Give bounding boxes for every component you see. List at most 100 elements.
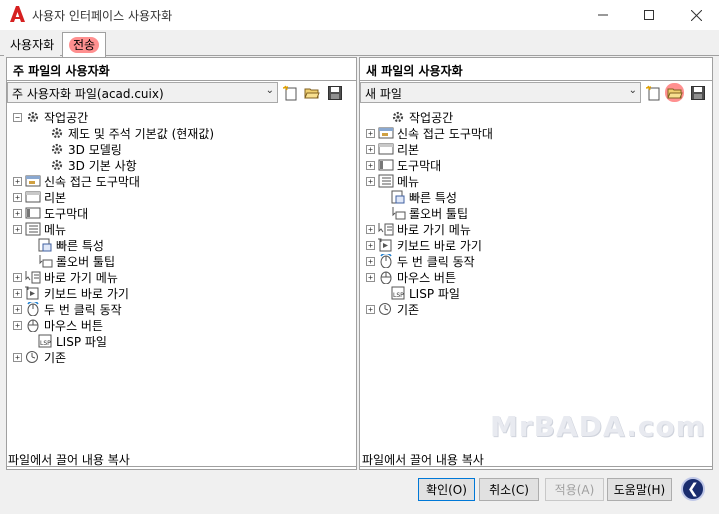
tree-node[interactable]: 빠른 특성 [378,189,457,205]
expand-node-icon[interactable]: + [366,256,375,266]
tree-node[interactable]: + 도구막대 [13,205,88,221]
tree-node[interactable]: + 키보드 바로 가기 [13,285,129,301]
tree-node[interactable]: + 두 번 클릭 동작 [366,253,475,269]
expand-node-icon[interactable]: + [13,192,22,202]
main-file-combo[interactable]: 주 사용자화 파일(acad.cuix) ⌄ [7,82,278,103]
tree-node[interactable]: 제도 및 주석 기본값 (현재값) [37,125,214,141]
help-button[interactable]: 도움말(H) [607,478,672,501]
cancel-button[interactable]: 취소(C) [479,478,539,501]
ribbon-icon [25,190,41,204]
tree-node[interactable]: + 메뉴 [13,221,66,237]
new-file-button[interactable] [644,83,663,102]
tree-node[interactable]: 3D 모델링 [37,141,122,157]
tree-node[interactable]: + 리본 [13,189,66,205]
expand-node-icon[interactable]: + [366,144,375,154]
ribbon-icon [378,142,394,156]
tree-node[interactable]: + 신속 접근 도구막대 [366,125,493,141]
expand-node-icon[interactable]: + [13,208,22,218]
title-bar: 사용자 인터페이스 사용자화 [0,0,719,30]
expand-node-icon [25,337,34,346]
expand-node-icon[interactable]: + [366,160,375,170]
toolbar-icon [25,206,41,220]
expand-node-icon[interactable]: + [13,288,22,298]
new-file-heading: 새 파일의 사용자화 [360,58,712,81]
tree-node[interactable]: LSP LISP 파일 [25,333,107,349]
new-file-combo[interactable]: 새 파일 ⌄ [360,82,641,103]
expand-node-icon[interactable]: + [13,272,22,282]
save-file-button[interactable] [688,83,707,102]
tree-node[interactable]: − 작업공간 [13,109,88,125]
collapse-button[interactable]: ❮ [681,477,705,501]
tree-node[interactable]: + 키보드 바로 가기 [366,237,482,253]
workspace-icon [49,126,65,140]
tree-node[interactable]: 롤오버 툴팁 [25,253,115,269]
maximize-button[interactable] [626,0,672,30]
tree-node[interactable]: 빠른 특성 [25,237,104,253]
tree-node-label: 빠른 특성 [409,190,457,205]
collapse-node-icon[interactable]: − [13,112,22,122]
tree-node[interactable]: 3D 기본 사항 [37,157,137,173]
tree-node-label: 두 번 클릭 동작 [397,254,475,269]
expand-node-icon[interactable]: + [13,176,22,186]
tree-node-label: 신속 접근 도구막대 [397,126,493,141]
save-icon [327,85,342,100]
ok-button[interactable]: 확인(O) [418,478,475,501]
expand-node-icon[interactable]: + [13,352,22,362]
expand-node-icon [378,193,387,202]
tab-transfer[interactable]: 전송 [62,32,107,57]
quick-properties-icon [37,238,53,252]
tree-node[interactable]: 롤오버 툴팁 [378,205,468,221]
tree-node[interactable]: + 신속 접근 도구막대 [13,173,140,189]
menu-icon [378,174,394,188]
workspace-icon [390,110,406,124]
expand-node-icon[interactable]: + [366,304,375,314]
divider [6,466,357,467]
expand-node-icon[interactable]: + [366,224,375,234]
tree-node-label: 신속 접근 도구막대 [44,174,140,189]
tree-node[interactable]: + 리본 [366,141,419,157]
tab-customize[interactable]: 사용자화 [4,33,61,57]
close-button[interactable] [673,0,719,30]
new-file-button[interactable] [281,83,300,102]
tab-strip: 사용자화 전송 [0,31,719,57]
minimize-button[interactable] [580,0,626,30]
expand-node-icon[interactable]: + [13,304,22,314]
tree-node-label: LISP 파일 [56,334,107,349]
tree-node-label: 도구막대 [397,158,442,173]
tree-node[interactable]: + 메뉴 [366,173,419,189]
open-file-button[interactable] [665,83,684,102]
tree-node[interactable]: + 기존 [366,301,419,317]
maximize-icon [644,10,654,20]
expand-node-icon[interactable]: + [366,128,375,138]
expand-node-icon[interactable]: + [13,224,22,234]
tree-node[interactable]: + 기존 [13,349,66,365]
new-file-icon [645,85,659,100]
expand-node-icon[interactable]: + [366,272,375,282]
legacy-icon [378,302,394,316]
tree-node[interactable]: + 바로 가기 메뉴 [13,269,118,285]
tree-node-label: 작업공간 [409,110,454,125]
tree-node[interactable]: + 마우스 버튼 [366,269,456,285]
tree-node-label: 두 번 클릭 동작 [44,302,122,317]
tree-node[interactable]: + 바로 가기 메뉴 [366,221,471,237]
tree-node[interactable]: + 도구막대 [366,157,441,173]
expand-node-icon[interactable]: + [13,320,22,330]
window-title: 사용자 인터페이스 사용자화 [32,9,173,23]
main-file-combo-value: 주 사용자화 파일(acad.cuix) [12,87,164,101]
expand-node-icon [378,113,387,122]
tree-node[interactable]: LSP LISP 파일 [378,285,460,301]
menu-icon [25,222,41,236]
expand-node-icon [37,145,46,154]
tree-node[interactable]: + 마우스 버튼 [13,317,103,333]
tree-node[interactable]: 작업공간 [378,109,453,125]
main-file-panel: 주 파일의 사용자화 주 사용자화 파일(acad.cuix) ⌄ − 작업공간 제… [6,57,357,470]
open-file-button[interactable] [302,83,321,102]
save-file-button[interactable] [325,83,344,102]
apply-button[interactable]: 적용(A) [545,478,604,501]
tree-node[interactable]: + 두 번 클릭 동작 [13,301,122,317]
quick-properties-icon [390,190,406,204]
expand-node-icon[interactable]: + [366,176,375,186]
expand-node-icon[interactable]: + [366,240,375,250]
shortcut-menu-icon [25,270,41,284]
rollover-tooltip-icon [37,254,53,268]
